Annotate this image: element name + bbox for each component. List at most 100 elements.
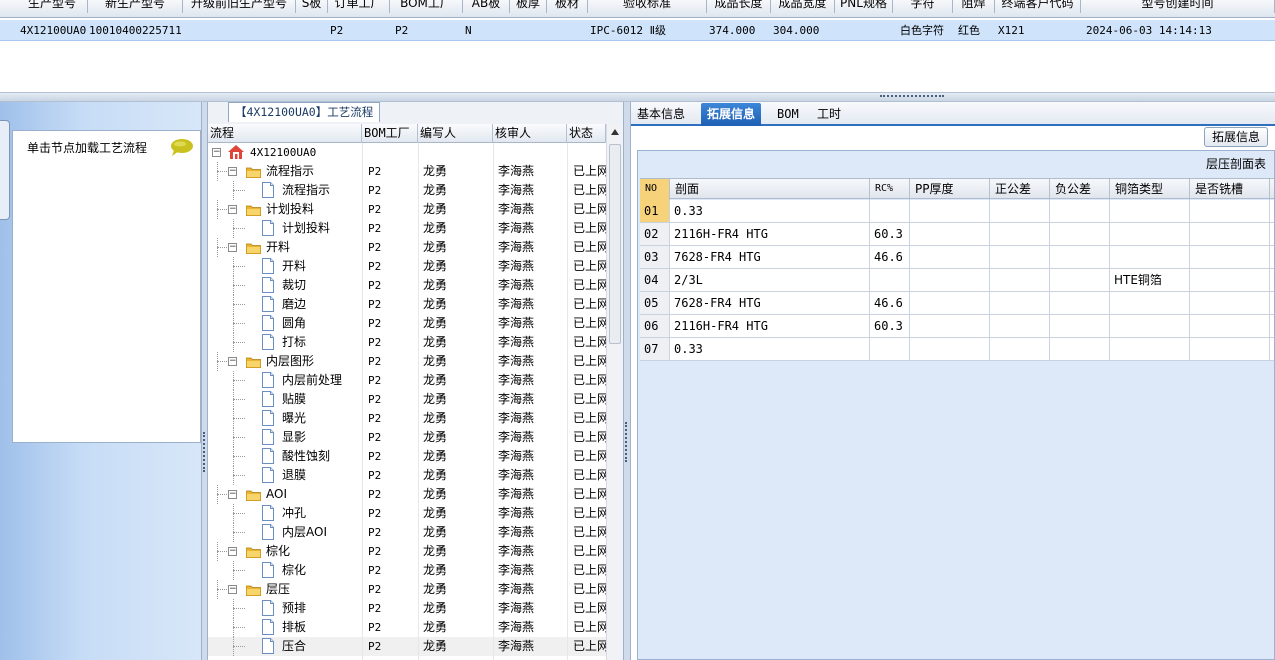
tree-row[interactable]: 退膜 P2 龙勇 李海燕 已上网 xyxy=(208,466,606,485)
stackup-cell[interactable] xyxy=(910,315,990,337)
stackup-cell[interactable] xyxy=(1110,200,1190,222)
tree-col-header[interactable]: 状态 xyxy=(567,124,606,143)
stackup-row[interactable]: 01 0.33 xyxy=(640,200,1274,223)
model-grid-row[interactable]: 4X12100UA0 10010400225711 P2 P2 N IPC-6012 Ⅱ级… xyxy=(0,20,1275,41)
stackup-cell[interactable] xyxy=(910,246,990,268)
stackup-cell[interactable]: 7628-FR4 HTG xyxy=(670,246,870,268)
collapse-toggle-icon[interactable]: − xyxy=(228,490,237,499)
stackup-cell[interactable] xyxy=(1190,338,1270,360)
stackup-cell[interactable] xyxy=(1190,200,1270,222)
tree-row[interactable]: 计划投料 P2 龙勇 李海燕 已上网 xyxy=(208,219,606,238)
model-grid-col-header[interactable]: S板 xyxy=(296,0,328,13)
model-grid-col-header[interactable]: 生产型号 xyxy=(17,0,88,13)
tree-scrollbar[interactable] xyxy=(606,124,623,660)
splitter-grip[interactable] xyxy=(625,422,628,462)
tree-row[interactable]: − 流程指示 P2 龙勇 李海燕 已上网 xyxy=(208,162,606,181)
collapse-toggle-icon[interactable]: − xyxy=(228,547,237,556)
tree-row[interactable]: 压合 P2 龙勇 李海燕 已上网 xyxy=(208,637,606,656)
stackup-row[interactable]: 02 2116H-FR4 HTG 60.3 xyxy=(640,223,1274,246)
collapse-toggle-icon[interactable]: − xyxy=(228,357,237,366)
stackup-cell[interactable] xyxy=(910,338,990,360)
tree-col-header[interactable]: 流程 xyxy=(208,124,362,143)
stackup-cell[interactable]: HTE铜箔 xyxy=(1110,269,1190,291)
stackup-cell[interactable]: 46.6 xyxy=(870,246,910,268)
stackup-cell[interactable]: 0.33 xyxy=(670,338,870,360)
collapse-toggle-icon[interactable]: − xyxy=(228,585,237,594)
stackup-cell[interactable] xyxy=(990,269,1050,291)
stackup-cell[interactable] xyxy=(990,338,1050,360)
stackup-col-header[interactable]: 负公差 xyxy=(1050,179,1110,200)
tree-row[interactable]: 内层AOI P2 龙勇 李海燕 已上网 xyxy=(208,523,606,542)
tree-row[interactable]: − 计划投料 P2 龙勇 李海燕 已上网 xyxy=(208,200,606,219)
stackup-cell[interactable] xyxy=(1050,292,1110,314)
stackup-cell[interactable]: 2/3L xyxy=(670,269,870,291)
stackup-cell[interactable] xyxy=(1190,269,1270,291)
tab-man-hours[interactable]: 工时 xyxy=(811,103,847,126)
tree-col-header[interactable]: 编写人 xyxy=(418,124,493,143)
tree-row[interactable]: 曝光 P2 龙勇 李海燕 已上网 xyxy=(208,409,606,428)
tree-col-header[interactable]: 核审人 xyxy=(493,124,567,143)
stackup-cell[interactable]: 60.3 xyxy=(870,223,910,245)
stackup-row[interactable]: 07 0.33 xyxy=(640,338,1274,361)
stackup-cell[interactable] xyxy=(990,223,1050,245)
stackup-cell[interactable] xyxy=(1050,338,1110,360)
tree-row[interactable]: 内层前处理 P2 龙勇 李海燕 已上网 xyxy=(208,371,606,390)
tree-row[interactable]: − 层压 P2 龙勇 李海燕 已上网 xyxy=(208,580,606,599)
stackup-cell[interactable]: 7628-FR4 HTG xyxy=(670,292,870,314)
tree-col-header[interactable]: BOM工厂 xyxy=(362,124,418,143)
stackup-cell[interactable] xyxy=(1050,223,1110,245)
stackup-col-header[interactable]: 正公差 xyxy=(990,179,1050,200)
tab-bom[interactable]: BOM xyxy=(771,103,805,126)
tree-row[interactable]: 开料 P2 龙勇 李海燕 已上网 xyxy=(208,257,606,276)
side-vertical-tab[interactable] xyxy=(0,120,10,220)
model-grid-col-header[interactable]: 升级前旧生产型号 xyxy=(183,0,296,13)
stackup-col-header[interactable]: PP厚度 xyxy=(910,179,990,200)
model-grid-col-header[interactable]: 字符 xyxy=(893,0,953,13)
collapse-toggle-icon[interactable]: − xyxy=(228,243,237,252)
model-grid-col-header[interactable]: 阻焊 xyxy=(953,0,995,13)
stackup-cell[interactable] xyxy=(870,338,910,360)
stackup-cell[interactable]: 46.6 xyxy=(870,292,910,314)
tree-row[interactable]: − 内层图形 P2 龙勇 李海燕 已上网 xyxy=(208,352,606,371)
horizontal-splitter[interactable] xyxy=(0,92,1275,102)
model-grid-col-header[interactable]: 验收标准 xyxy=(588,0,707,13)
stackup-col-header[interactable]: NO xyxy=(640,179,670,200)
stackup-cell[interactable] xyxy=(990,200,1050,222)
stackup-cell[interactable] xyxy=(1050,315,1110,337)
tree-row[interactable]: 预排 P2 龙勇 李海燕 已上网 xyxy=(208,599,606,618)
stackup-cell[interactable] xyxy=(1190,315,1270,337)
collapse-toggle-icon[interactable]: − xyxy=(228,167,237,176)
left-vertical-splitter[interactable] xyxy=(201,102,208,660)
splitter-grip[interactable] xyxy=(203,432,206,472)
tree-row[interactable]: − 4X12100UA0 xyxy=(208,143,606,162)
stackup-cell[interactable] xyxy=(870,269,910,291)
stackup-cell[interactable] xyxy=(990,246,1050,268)
stackup-cell[interactable] xyxy=(1110,292,1190,314)
tab-extended-info[interactable]: 拓展信息 xyxy=(701,103,762,126)
stackup-cell[interactable] xyxy=(1110,246,1190,268)
tree-row[interactable]: 显影 P2 龙勇 李海燕 已上网 xyxy=(208,428,606,447)
stackup-cell[interactable] xyxy=(910,269,990,291)
stackup-cell[interactable] xyxy=(990,292,1050,314)
stackup-cell[interactable] xyxy=(1050,269,1110,291)
tree-row[interactable]: − 开料 P2 龙勇 李海燕 已上网 xyxy=(208,238,606,257)
tree-row[interactable]: 冲孔 P2 龙勇 李海燕 已上网 xyxy=(208,504,606,523)
stackup-col-header[interactable]: 是否铣槽 xyxy=(1190,179,1270,200)
stackup-row[interactable]: 04 2/3L HTE铜箔 xyxy=(640,269,1274,292)
tree-row[interactable]: 棕化 P2 龙勇 李海燕 已上网 xyxy=(208,561,606,580)
stackup-row[interactable]: 05 7628-FR4 HTG 46.6 xyxy=(640,292,1274,315)
model-grid-col-header[interactable]: 订单工厂 xyxy=(328,0,390,13)
model-grid-col-header[interactable]: BOM工厂 xyxy=(390,0,463,13)
tab-basic-info[interactable]: 基本信息 xyxy=(631,103,691,126)
tree-row[interactable]: − AOI P2 龙勇 李海燕 已上网 xyxy=(208,485,606,504)
stackup-cell[interactable]: 60.3 xyxy=(870,315,910,337)
stackup-col-header[interactable]: 剖面 xyxy=(670,179,870,200)
model-grid-col-header[interactable]: 成品长度 xyxy=(707,0,771,13)
model-grid-col-header[interactable]: 型号创建时间 xyxy=(1081,0,1275,13)
stackup-row[interactable]: 03 7628-FR4 HTG 46.6 xyxy=(640,246,1274,269)
model-grid-col-header[interactable]: 板材 xyxy=(547,0,588,13)
stackup-cell[interactable] xyxy=(1190,246,1270,268)
stackup-cell[interactable] xyxy=(990,315,1050,337)
tree-row[interactable]: 贴膜 P2 龙勇 李海燕 已上网 xyxy=(208,390,606,409)
model-grid-col-header[interactable]: 成品宽度 xyxy=(771,0,835,13)
